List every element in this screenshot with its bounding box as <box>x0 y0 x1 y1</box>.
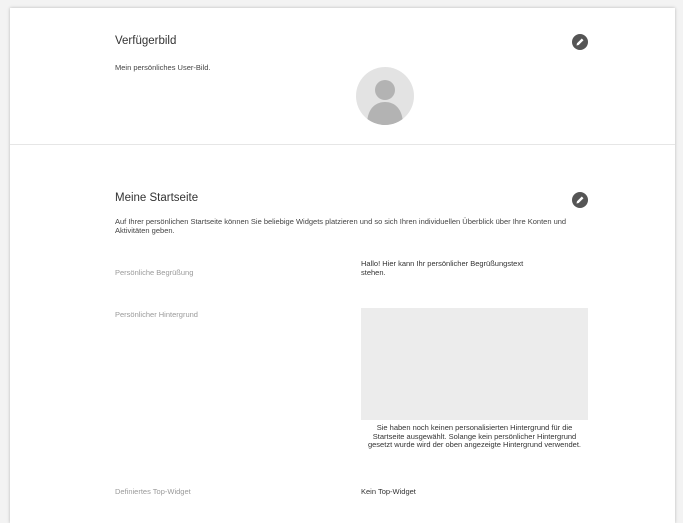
profile-picture-description: Mein persönliches User-Bild. <box>115 63 211 72</box>
pencil-icon <box>576 196 584 204</box>
start-page-description: Auf Ihrer persönlichen Startseite können… <box>115 217 567 235</box>
edit-profile-picture-button[interactable] <box>572 34 588 50</box>
pencil-icon <box>576 38 584 46</box>
user-silhouette-icon <box>367 80 403 125</box>
profile-picture-title: Verfügerbild <box>115 35 177 47</box>
start-page-title: Meine Startseite <box>115 192 199 204</box>
settings-panel: Verfügerbild Mein persönliches User-Bild… <box>10 8 675 523</box>
section-divider <box>10 144 675 145</box>
background-preview <box>361 308 588 420</box>
greeting-label: Persönliche Begrüßung <box>115 268 194 277</box>
edit-start-page-button[interactable] <box>572 192 588 208</box>
top-widget-label: Definiertes Top-Widget <box>115 487 191 496</box>
avatar <box>356 67 414 125</box>
top-widget-value: Kein Top-Widget <box>361 487 416 496</box>
background-label: Persönlicher Hintergrund <box>115 310 198 319</box>
background-note: Sie haben noch keinen personalisierten H… <box>367 423 582 449</box>
greeting-value: Hallo! Hier kann Ihr persönlicher Begrüß… <box>361 259 524 277</box>
